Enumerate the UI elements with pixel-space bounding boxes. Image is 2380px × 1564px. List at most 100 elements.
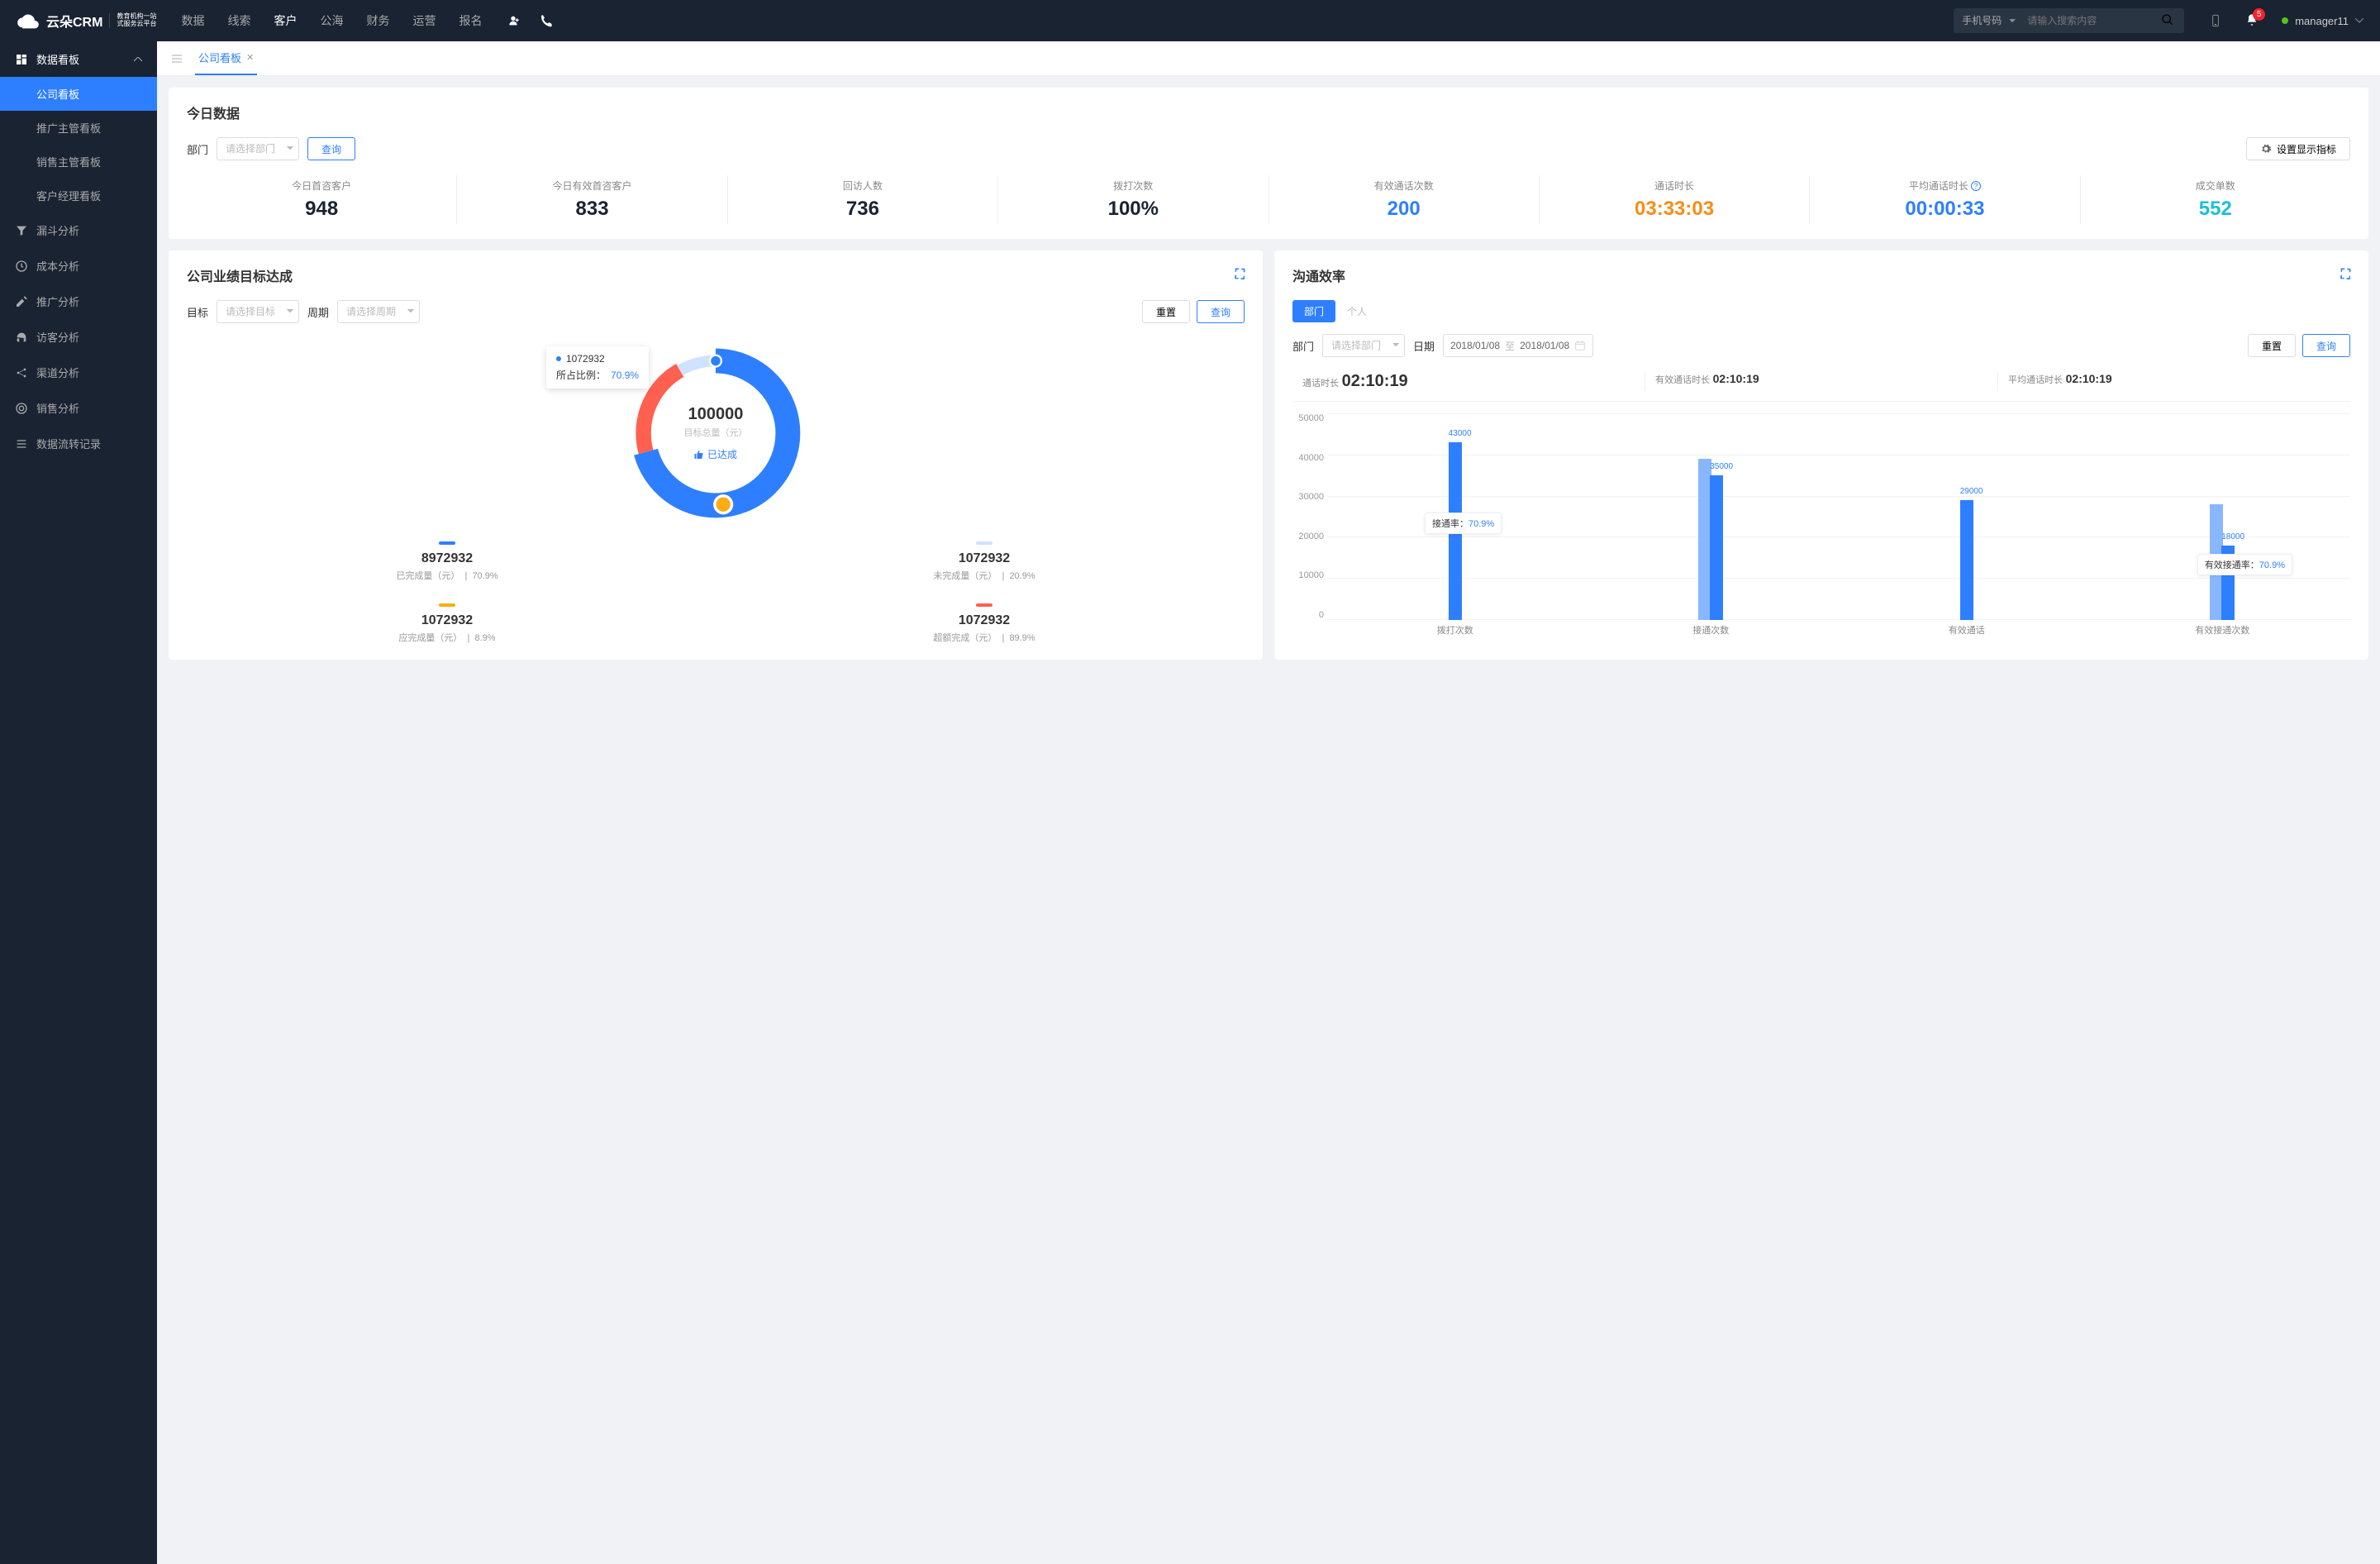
metric: 有效通话次数200 xyxy=(1269,175,1540,224)
bar-group: 29000有效通话 xyxy=(1839,413,2095,620)
chevron-down-icon xyxy=(2355,18,2363,23)
user-menu[interactable]: manager11 xyxy=(2282,15,2363,27)
notifications[interactable]: 5 xyxy=(2245,13,2259,29)
list-icon xyxy=(15,437,28,451)
close-icon[interactable]: ✕ xyxy=(246,52,254,63)
goal-achievement-card: 公司业绩目标达成 ⛶ 目标 请选择目标 周期 请选择周期 重置 查询 xyxy=(169,250,1263,660)
today-data-card: 今日数据 部门 请选择部门 查询 设置显示指标 今日首咨客户948今日有效首咨客… xyxy=(169,88,2368,239)
username: manager11 xyxy=(2295,15,2349,27)
donut-chart: 1072932 所占比例： 70.9% 100000 目标总量 xyxy=(621,338,811,528)
metric: 今日有效首咨客户833 xyxy=(457,175,727,224)
nav-item[interactable]: 财务 xyxy=(366,12,389,29)
share-icon xyxy=(15,366,28,379)
stat-item: 1072932未完成量（元） | 20.9% xyxy=(724,541,1245,582)
expand-icon[interactable]: ⛶ xyxy=(2341,268,2350,283)
nav-item[interactable]: 报名 xyxy=(459,12,482,29)
tab-company-dashboard[interactable]: 公司看板 ✕ xyxy=(195,41,257,75)
time-stat: 有效通话时长 02:10:19 xyxy=(1645,372,1998,391)
period-select[interactable]: 请选择周期 xyxy=(337,300,420,323)
funnel-icon xyxy=(15,224,28,237)
sidebar-subitem[interactable]: 销售主管看板 xyxy=(0,145,157,179)
add-user-icon[interactable] xyxy=(507,14,520,27)
sidebar: 数据看板 公司看板推广主管看板销售主管看板客户经理看板 漏斗分析成本分析推广分析… xyxy=(0,41,157,1564)
calendar-icon xyxy=(1574,340,1586,351)
expand-icon[interactable]: ⛶ xyxy=(1235,268,1245,283)
status-dot-icon xyxy=(2282,17,2288,24)
sidebar-item[interactable]: 渠道分析 xyxy=(0,355,157,390)
sidebar-subitem[interactable]: 客户经理看板 xyxy=(0,179,157,212)
nav-item[interactable]: 公海 xyxy=(320,12,343,29)
stat-item: 8972932已完成量（元） | 70.9% xyxy=(187,541,707,582)
stat-item: 1072932应完成量（元） | 8.9% xyxy=(187,603,707,644)
headset-icon xyxy=(15,331,28,344)
nav-item[interactable]: 线索 xyxy=(227,12,250,29)
card-title: 公司业绩目标达成 xyxy=(187,265,293,285)
card-title: 今日数据 xyxy=(187,103,2350,122)
bar-chart: 01000020000300004000050000 43000拨打次数3500… xyxy=(1292,413,2350,645)
top-nav: 数据 线索 客户 公海 财务 运营 报名 xyxy=(181,12,482,29)
chart-tooltip: 1072932 所占比例： 70.9% xyxy=(546,346,649,389)
chart-annotation: 接通率：70.9% xyxy=(1425,513,1502,534)
sidebar-item[interactable]: 推广分析 xyxy=(0,284,157,319)
sidebar-item[interactable]: 数据流转记录 xyxy=(0,426,157,461)
query-button[interactable]: 查询 xyxy=(2302,334,2350,357)
notification-badge: 5 xyxy=(2253,8,2265,21)
donut-center-label: 目标总量（元） xyxy=(684,426,748,439)
top-header: 云朵CRM 教育机构一站 式服务云平台 数据线索客户公海财务运营报名 手机号码 … xyxy=(0,0,2380,41)
global-search: 手机号码 xyxy=(1954,8,2184,33)
search-button[interactable] xyxy=(2151,8,2184,33)
chart-annotation: 有效接通率：70.9% xyxy=(2197,554,2292,575)
date-range-picker[interactable]: 2018/01/08 至 2018/01/08 xyxy=(1443,334,1593,357)
sidebar-item[interactable]: 成本分析 xyxy=(0,248,157,284)
toggle-button[interactable]: 部门 xyxy=(1292,300,1335,322)
sidebar-subitem[interactable]: 公司看板 xyxy=(0,77,157,111)
bar-group: 35000接通次数 xyxy=(1583,413,1840,620)
mobile-icon[interactable] xyxy=(2209,14,2222,27)
logo: 云朵CRM 教育机构一站 式服务云平台 xyxy=(17,9,156,32)
toggle-group: 部门个人 xyxy=(1292,300,2350,322)
reset-button[interactable]: 重置 xyxy=(2248,334,2296,357)
nav-item[interactable]: 数据 xyxy=(181,12,204,29)
main-content: 公司看板 ✕ 今日数据 部门 请选择部门 查询 设置显示指标 xyxy=(157,41,2380,1564)
reset-button[interactable]: 重置 xyxy=(1142,300,1190,323)
nav-item[interactable]: 运营 xyxy=(412,12,436,29)
clock-icon xyxy=(15,260,28,273)
time-stat: 通话时长 02:10:19 xyxy=(1292,372,1645,391)
dashboard-icon xyxy=(15,53,28,66)
stat-item: 1072932超额完成（元） | 89.9% xyxy=(724,603,1245,644)
metric: 成交单数552 xyxy=(2081,175,2350,224)
sidebar-item[interactable]: 访客分析 xyxy=(0,319,157,355)
sidebar-group-dashboard[interactable]: 数据看板 xyxy=(0,41,157,77)
dept-select[interactable]: 请选择部门 xyxy=(1322,334,1405,357)
bar-group: 18000有效接通次数 xyxy=(2095,413,2351,620)
time-stat: 平均通话时长 02:10:19 xyxy=(1998,372,2350,391)
metric: 今日首咨客户948 xyxy=(187,175,457,224)
info-icon[interactable]: ? xyxy=(1971,181,1981,191)
nav-item[interactable]: 客户 xyxy=(274,12,297,29)
toggle-button[interactable]: 个人 xyxy=(1335,300,1378,322)
cloud-icon xyxy=(17,9,40,32)
metric: 平均通话时长?00:00:33 xyxy=(1810,175,2080,224)
dept-label: 部门 xyxy=(187,141,208,157)
logo-subtitle: 教育机构一站 式服务云平台 xyxy=(109,13,156,28)
dept-select[interactable]: 请选择部门 xyxy=(217,137,299,160)
metric: 拨打次数100% xyxy=(998,175,1269,224)
menu-toggle-icon[interactable] xyxy=(170,52,183,65)
settings-metrics-button[interactable]: 设置显示指标 xyxy=(2246,137,2350,160)
target-icon xyxy=(15,402,28,415)
sidebar-subitem[interactable]: 推广主管看板 xyxy=(0,111,157,145)
donut-center-value: 100000 xyxy=(684,405,748,424)
search-type-select[interactable]: 手机号码 xyxy=(1954,8,2019,33)
sidebar-item[interactable]: 漏斗分析 xyxy=(0,212,157,248)
query-button[interactable]: 查询 xyxy=(307,137,355,160)
query-button[interactable]: 查询 xyxy=(1197,300,1245,323)
tabs-bar: 公司看板 ✕ xyxy=(157,41,2380,76)
search-input[interactable] xyxy=(2019,8,2151,33)
thumb-up-icon xyxy=(694,450,704,460)
target-select[interactable]: 请选择目标 xyxy=(217,300,299,323)
card-title: 沟通效率 xyxy=(1292,265,1345,285)
communication-efficiency-card: 沟通效率 ⛶ 部门个人 部门 请选择部门 日期 2018/01/08 至 201… xyxy=(1274,250,2368,660)
sidebar-item[interactable]: 销售分析 xyxy=(0,390,157,426)
search-icon xyxy=(2161,13,2174,26)
phone-icon[interactable] xyxy=(540,14,553,27)
